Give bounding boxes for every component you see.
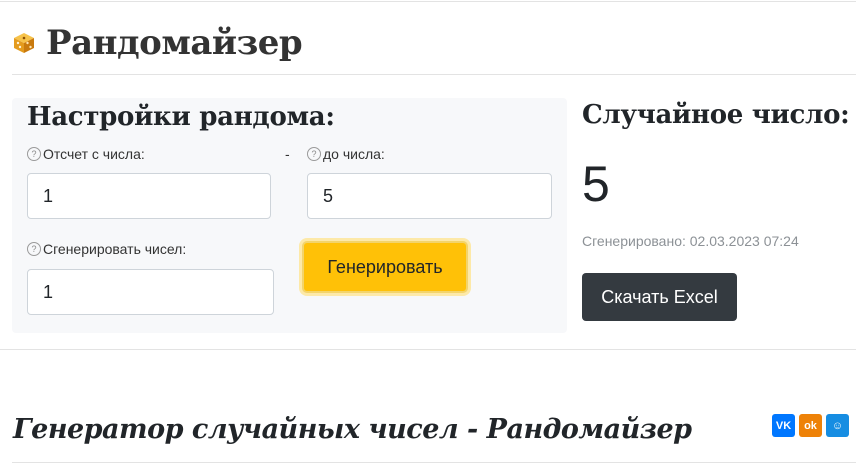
bottom-divider [12,462,856,463]
count-input[interactable] [27,269,274,315]
share-buttons: VK ok ☺ [772,414,849,437]
article-heading: Генератор случайных чисел - Рандомайзер [13,414,692,445]
page: Рандомайзер Настройки рандома: ? Отсчет … [0,0,856,465]
top-divider [0,1,856,2]
dice-icon [14,33,34,53]
generated-timestamp: Сгенерировано: 02.03.2023 07:24 [582,233,799,249]
result-title: Случайное число: [582,100,850,130]
section-divider [0,349,856,350]
count-label-text: Сгенерировать чисел: [43,241,187,257]
page-title: Рандомайзер [46,23,303,63]
help-icon[interactable]: ? [27,242,41,256]
count-label: ? Сгенерировать чисел: [27,241,186,257]
from-label-text: Отсчет с числа: [43,146,145,162]
help-icon[interactable]: ? [307,147,321,161]
settings-title: Настройки рандома: [27,102,335,132]
page-header: Рандомайзер [12,20,303,66]
download-excel-button[interactable]: Скачать Excel [582,273,737,321]
odnoklassniki-share-icon[interactable]: ok [799,414,822,437]
vk-share-icon[interactable]: VK [772,414,795,437]
help-icon[interactable]: ? [27,147,41,161]
moimir-share-icon[interactable]: ☺ [826,414,849,437]
settings-panel: Настройки рандома: ? Отсчет с числа: - ?… [12,98,567,333]
range-separator: - [285,146,290,162]
to-number-input[interactable] [307,173,552,219]
to-label-text: до числа: [323,146,385,162]
from-number-input[interactable] [27,173,271,219]
from-label: ? Отсчет с числа: [27,146,145,162]
random-number-value: 5 [582,156,610,212]
to-label: ? до числа: [307,146,385,162]
header-divider [12,74,856,75]
generate-button[interactable]: Генерировать [302,241,468,293]
